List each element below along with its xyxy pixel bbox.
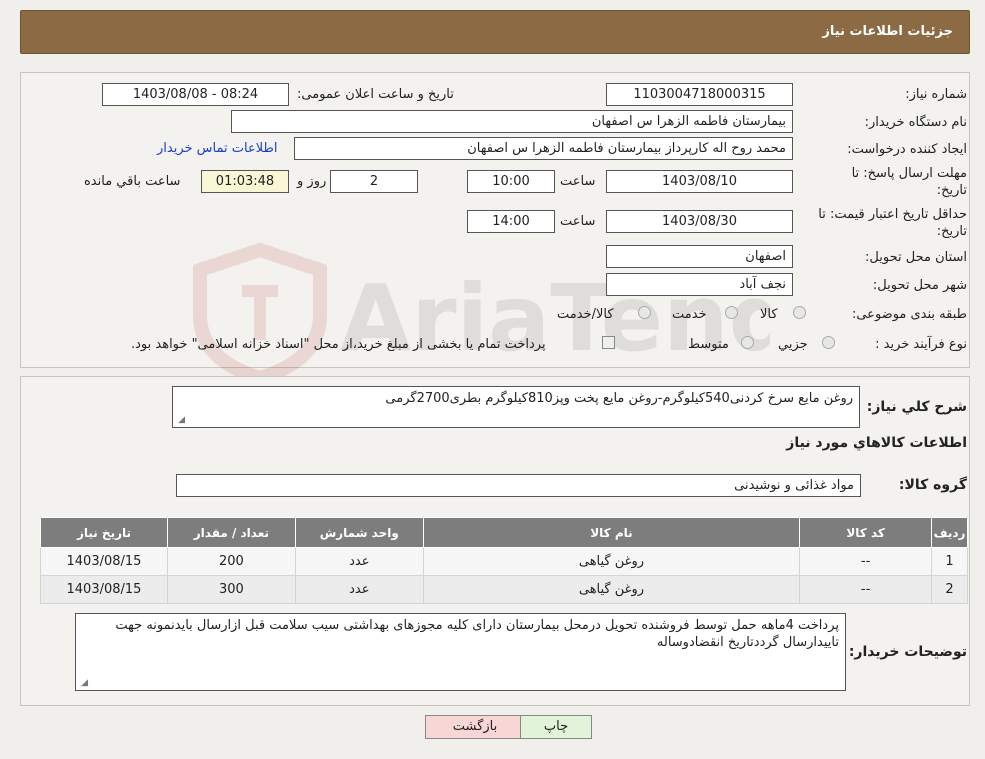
buyer-org-field: بیمارستان فاطمه الزهرا س اصفهان xyxy=(231,110,793,133)
notes-label: توضیحات خریدار: xyxy=(848,644,967,660)
cell-date: 1403/08/15 xyxy=(40,575,168,604)
col-unit: واحد شمارش xyxy=(294,517,424,548)
resize-grip-icon[interactable]: ◢ xyxy=(79,679,88,688)
province-label: استان محل تحویل: xyxy=(865,250,967,265)
days-field: 2 xyxy=(330,170,418,193)
treasury-checkbox[interactable] xyxy=(602,336,615,349)
city-field: نجف آباد xyxy=(606,273,793,296)
deadline-time-field: 10:00 xyxy=(467,170,555,193)
deadline-label: مهلت ارسال پاسخ: تا xyxy=(851,166,967,181)
summary-field: روغن مایع سرخ کردنی540کیلوگرم-روغن مایع … xyxy=(172,386,860,428)
category-label: طبقه بندی موضوعی: xyxy=(851,307,967,322)
cell-row: 2 xyxy=(931,575,968,604)
days-label: روز و xyxy=(297,174,327,189)
goods-info-title: اطلاعات کالاهاي مورد نياز xyxy=(786,435,967,451)
category-radio-goods[interactable] xyxy=(793,306,806,319)
creator-label: ایجاد کننده درخواست: xyxy=(847,142,967,157)
buyer-contact-link[interactable]: اطلاعات تماس خریدار xyxy=(157,141,277,156)
cell-unit: عدد xyxy=(294,575,424,604)
cell-name: روغن گیاهی xyxy=(422,575,801,604)
col-date: تاريخ نياز xyxy=(40,517,168,548)
cell-code: -- xyxy=(799,575,933,604)
category-radio-goods-service[interactable] xyxy=(638,306,651,319)
cell-qty: 300 xyxy=(166,575,296,604)
category-radio-service[interactable] xyxy=(725,306,738,319)
notes-text: پرداخت 4ماهه حمل توسط فروشنده تحویل درمح… xyxy=(115,618,839,650)
process-option-medium: متوسط xyxy=(688,337,729,352)
back-button[interactable]: بازگشت xyxy=(425,715,525,739)
col-row: رديف xyxy=(931,517,968,548)
province-field: اصفهان xyxy=(606,245,793,268)
need-number-label: شماره نیاز: xyxy=(905,87,967,102)
group-field: مواد غذائی و نوشیدنی xyxy=(176,474,861,497)
validity-time-label: ساعت xyxy=(560,214,596,229)
category-option-goods-service: کالا/خدمت xyxy=(557,307,614,322)
col-code: کد کالا xyxy=(799,517,933,548)
page-title: جزئیات اطلاعات نیاز xyxy=(822,24,953,39)
validity-label-date: تاریخ: xyxy=(936,224,967,239)
cell-qty: 200 xyxy=(166,547,296,576)
col-qty: تعداد / مقدار xyxy=(166,517,296,548)
col-name: نام کالا xyxy=(422,517,801,548)
page-header: جزئیات اطلاعات نیاز xyxy=(20,10,970,54)
category-option-goods: کالا xyxy=(760,307,778,322)
validity-date-field: 1403/08/30 xyxy=(606,210,793,233)
group-label: گروه کالا: xyxy=(898,477,967,493)
validity-label: حداقل تاریخ اعتبار قیمت: تا xyxy=(818,207,967,222)
creator-field: محمد روح اله کارپرداز بیمارستان فاطمه ال… xyxy=(294,137,793,160)
process-option-minor: جزيي xyxy=(778,337,808,352)
deadline-time-label: ساعت xyxy=(560,174,596,189)
cell-date: 1403/08/15 xyxy=(40,547,168,576)
cell-name: روغن گیاهی xyxy=(422,547,801,576)
summary-text: روغن مایع سرخ کردنی540کیلوگرم-روغن مایع … xyxy=(385,391,853,406)
table-header-row: رديف کد کالا نام کالا واحد شمارش تعداد /… xyxy=(40,517,968,548)
cell-row: 1 xyxy=(931,547,968,576)
process-note: پرداخت تمام یا بخشی از مبلغ خرید،از محل … xyxy=(131,337,546,352)
deadline-label-date: تاریخ: xyxy=(936,183,967,198)
deadline-date-field: 1403/08/10 xyxy=(606,170,793,193)
table-row: 2 -- روغن گیاهی عدد 300 1403/08/15 xyxy=(40,575,968,604)
notes-field: پرداخت 4ماهه حمل توسط فروشنده تحویل درمح… xyxy=(75,613,846,691)
process-label: نوع فرآیند خرید : xyxy=(875,337,967,352)
cell-code: -- xyxy=(799,547,933,576)
remaining-label: ساعت باقي مانده xyxy=(84,174,181,189)
print-button[interactable]: چاپ xyxy=(520,715,592,739)
table-row: 1 -- روغن گیاهی عدد 200 1403/08/15 xyxy=(40,547,968,576)
remaining-time-field: 01:03:48 xyxy=(201,170,289,193)
announce-field: 1403/08/08 - 08:24 xyxy=(102,83,289,106)
process-radio-minor[interactable] xyxy=(822,336,835,349)
need-number-field: 1103004718000315 xyxy=(606,83,793,106)
process-radio-medium[interactable] xyxy=(741,336,754,349)
validity-time-field: 14:00 xyxy=(467,210,555,233)
summary-label: شرح کلي نياز: xyxy=(866,399,967,415)
announce-label: تاریخ و ساعت اعلان عمومی: xyxy=(297,87,454,102)
category-option-service: خدمت xyxy=(672,307,707,322)
buyer-org-label: نام دستگاه خریدار: xyxy=(864,115,967,130)
city-label: شهر محل تحویل: xyxy=(872,278,967,293)
goods-table: رديف کد کالا نام کالا واحد شمارش تعداد /… xyxy=(40,517,968,604)
cell-unit: عدد xyxy=(294,547,424,576)
resize-grip-icon[interactable]: ◢ xyxy=(176,416,185,425)
